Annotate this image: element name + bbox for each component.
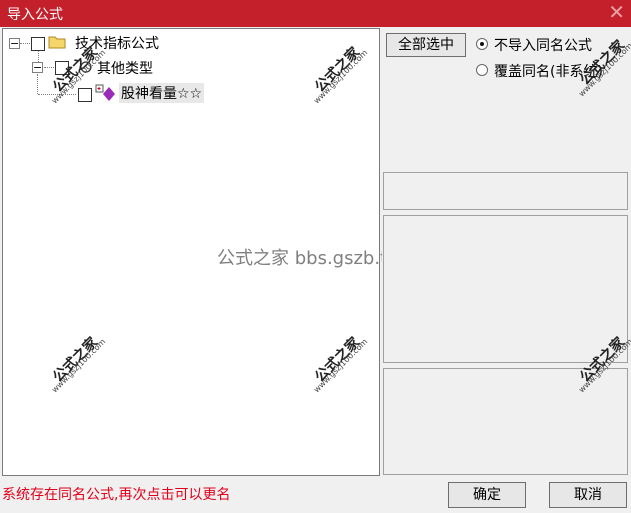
tree-node-leaf-label[interactable]: 股神看量☆☆: [119, 83, 205, 103]
info-box: [383, 172, 628, 210]
tree-expander-child[interactable]: −: [32, 62, 43, 73]
tree-checkbox-leaf[interactable]: [78, 88, 92, 102]
tree-node-child-label[interactable]: 其他类型: [97, 58, 153, 78]
radio-overwrite[interactable]: [476, 64, 488, 76]
center-watermark: 公式之家 bbs.gszb.top: [217, 248, 410, 269]
cancel-button[interactable]: 取消: [549, 482, 627, 508]
window-title: 导入公式: [7, 7, 63, 23]
close-icon[interactable]: ✕: [608, 1, 625, 23]
title-bar: [0, 0, 631, 27]
status-message: 系统存在同名公式,再次点击可以更名: [2, 487, 231, 503]
tree-checkbox-root[interactable]: [31, 37, 45, 51]
folder-icon: [48, 36, 66, 49]
description-box: [383, 215, 628, 363]
select-all-button[interactable]: 全部选中: [386, 33, 466, 57]
radio-skip-duplicates[interactable]: [476, 38, 488, 50]
tree-expander-root[interactable]: −: [9, 38, 20, 49]
ok-button[interactable]: 确定: [448, 482, 526, 508]
tree-connector: [37, 74, 38, 94]
radio-skip-label[interactable]: 不导入同名公式: [494, 35, 592, 55]
formula-icon: [95, 84, 115, 101]
